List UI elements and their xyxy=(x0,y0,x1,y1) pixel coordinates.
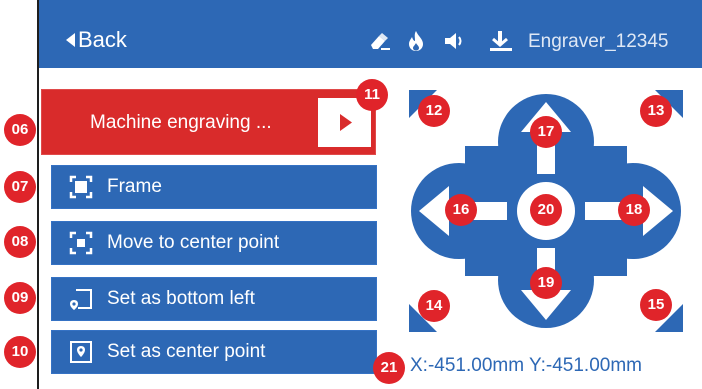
flame-icon xyxy=(409,31,423,51)
machine-engraving-button[interactable]: Machine engraving ... xyxy=(41,89,376,155)
badge-07: 07 xyxy=(4,171,36,203)
device-name: Engraver_12345 xyxy=(528,31,669,52)
back-label: Back xyxy=(78,27,127,52)
bottom-left-marker-icon xyxy=(70,289,92,310)
eraser-icon xyxy=(371,33,390,50)
set-center-point-label: Set as center point xyxy=(107,341,266,362)
badge-16: 16 xyxy=(445,194,477,226)
badge-19: 19 xyxy=(530,267,562,299)
set-center-point-button[interactable]: Set as center point xyxy=(51,330,377,374)
badge-06: 06 xyxy=(4,114,36,146)
set-bottom-left-button[interactable]: Set as bottom left xyxy=(51,277,377,321)
badge-18: 18 xyxy=(618,194,650,226)
badge-14: 14 xyxy=(418,290,450,322)
badge-20: 20 xyxy=(530,194,562,226)
laser-focus-icon xyxy=(490,31,512,51)
move-to-center-button[interactable]: Move to center point xyxy=(51,221,377,265)
frame-button[interactable]: Frame xyxy=(51,165,377,209)
badge-21: 21 xyxy=(373,352,405,384)
badge-10: 10 xyxy=(4,336,36,368)
engrave-label: Machine engraving ... xyxy=(90,112,272,133)
back-button[interactable]: Back xyxy=(66,27,127,53)
badge-15: 15 xyxy=(640,289,672,321)
badge-17: 17 xyxy=(530,116,562,148)
badge-12: 12 xyxy=(418,95,450,127)
move-to-center-label: Move to center point xyxy=(107,232,280,253)
center-target-icon xyxy=(69,231,93,255)
badge-13: 13 xyxy=(640,95,672,127)
frame-label: Frame xyxy=(107,176,162,197)
badge-08: 08 xyxy=(4,226,36,258)
badge-09: 09 xyxy=(4,282,36,314)
center-marker-icon xyxy=(70,341,92,363)
badge-11: 11 xyxy=(356,79,388,111)
back-arrow-icon xyxy=(66,33,75,47)
speaker-icon xyxy=(445,33,462,49)
frame-icon xyxy=(69,175,93,199)
set-bottom-left-label: Set as bottom left xyxy=(107,288,255,309)
position-readout: X:-451.00mm Y:-451.00mm xyxy=(410,355,642,376)
